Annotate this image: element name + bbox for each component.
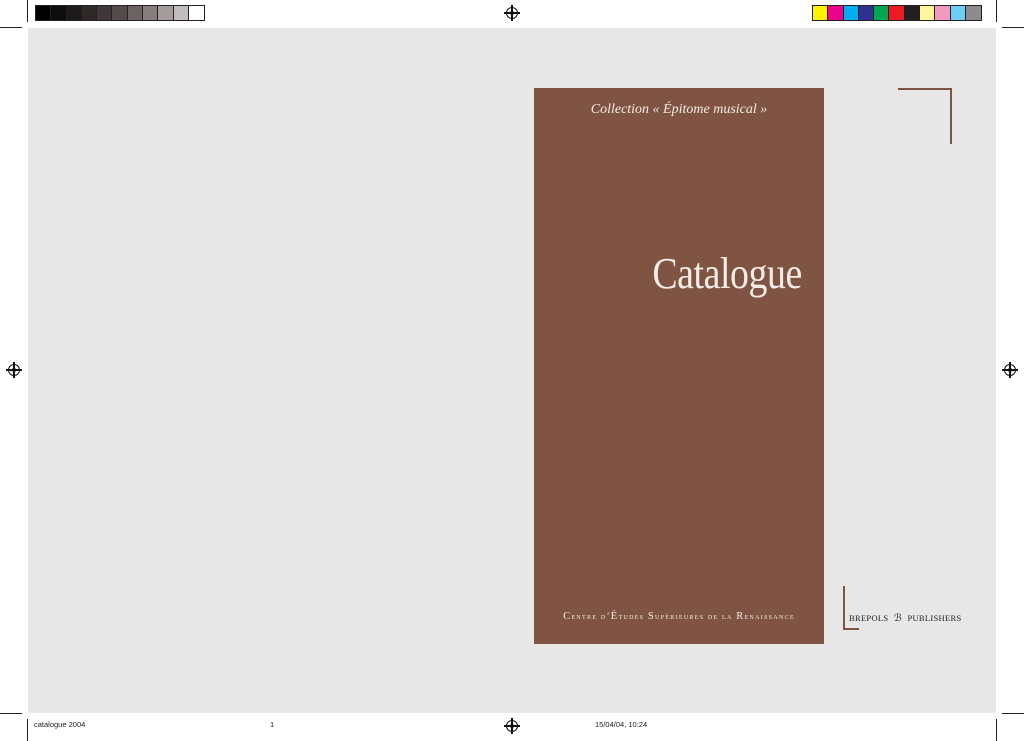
- gray-swatch: [127, 6, 144, 20]
- crop-mark: [27, 0, 28, 22]
- gray-swatch: [36, 6, 52, 20]
- registration-mark-left: [6, 362, 22, 378]
- color-swatch: [858, 6, 875, 20]
- registration-mark-right: [1002, 362, 1018, 378]
- corner-line-bottom-vertical: [843, 586, 845, 629]
- registration-mark-bottom: [504, 718, 520, 734]
- gray-swatch: [173, 6, 189, 20]
- slug-datetime: 15/04/04, 10:24: [595, 720, 648, 729]
- collection-title: Collection « Épitome musical »: [590, 102, 768, 117]
- corner-line-top-vertical: [950, 88, 952, 144]
- color-swatch: [874, 6, 890, 20]
- crop-mark: [27, 719, 28, 741]
- page-sheet: [28, 28, 996, 713]
- crop-mark: [1002, 27, 1024, 28]
- color-swatch: [965, 6, 982, 20]
- gray-swatch: [51, 6, 67, 20]
- color-swatch: [950, 6, 966, 20]
- color-swatch: [843, 6, 859, 20]
- grayscale-bar: [35, 5, 206, 21]
- corner-line-bottom-horizontal: [843, 628, 859, 630]
- color-swatch: [904, 6, 921, 20]
- color-swatch: [889, 6, 905, 20]
- gray-swatch: [188, 6, 205, 20]
- crop-mark: [0, 27, 22, 28]
- slug-page-number: 1: [270, 720, 275, 729]
- gray-swatch: [158, 6, 174, 20]
- registration-mark-top: [504, 5, 520, 21]
- color-swatch: [828, 6, 844, 20]
- gray-swatch: [112, 6, 128, 20]
- slug-filename: catalogue 2004: [34, 720, 86, 729]
- crop-mark: [996, 719, 997, 741]
- crop-mark: [1002, 713, 1024, 714]
- color-swatch: [935, 6, 951, 20]
- cover-title: Catalogue: [652, 249, 802, 298]
- institute-name: Centre d’Études Supérieures de la Renais…: [563, 611, 795, 622]
- corner-line-top-horizontal: [898, 88, 951, 90]
- gray-swatch: [66, 6, 82, 20]
- color-swatch: [920, 6, 936, 20]
- catalogue-cover: Collection « Épitome musical » Catalogue…: [534, 88, 824, 644]
- gray-swatch: [81, 6, 98, 20]
- color-swatch: [813, 6, 829, 20]
- crop-mark: [0, 713, 22, 714]
- publisher-name: brepols ℬ publishers: [849, 613, 962, 624]
- color-bar: [812, 5, 983, 21]
- brepols-logo-icon: ℬ: [893, 613, 903, 624]
- crop-mark: [996, 0, 997, 22]
- gray-swatch: [143, 6, 159, 20]
- gray-swatch: [97, 6, 113, 20]
